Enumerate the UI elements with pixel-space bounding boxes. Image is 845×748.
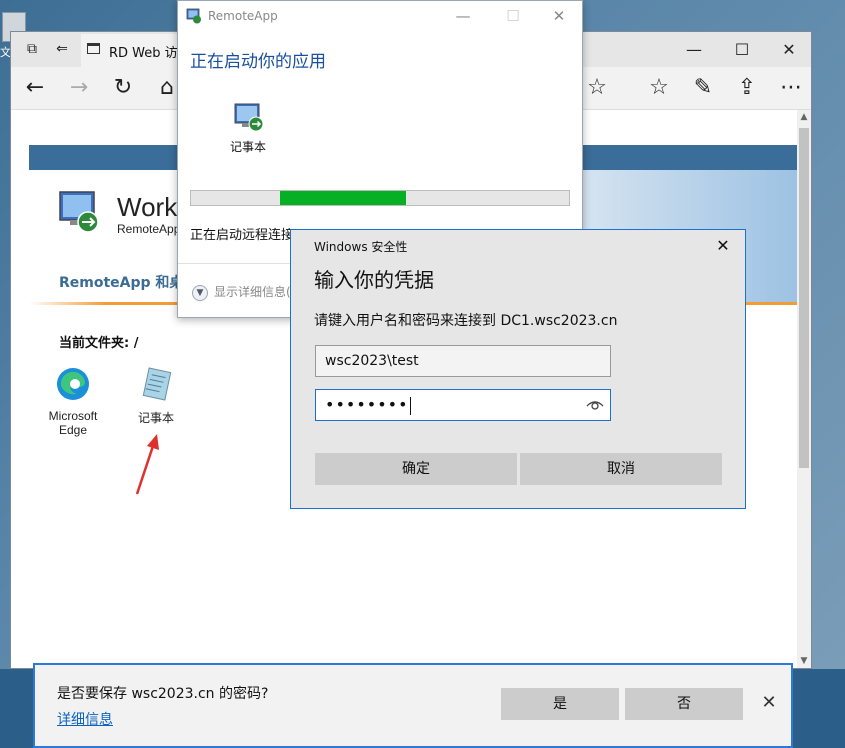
notepad-icon <box>142 367 172 401</box>
chevron-down-icon: ▼ <box>192 284 208 301</box>
cancel-button[interactable]: 取消 <box>520 453 722 485</box>
remoteapp-icon <box>186 8 201 24</box>
back-arrow-icon[interactable]: ← <box>17 73 53 103</box>
dialog-heading: 输入你的凭据 <box>314 268 434 292</box>
maximize-button[interactable]: ☐ <box>490 1 536 31</box>
ok-button[interactable]: 确定 <box>315 453 517 485</box>
page-icon <box>87 43 100 54</box>
more-icon[interactable]: ⋯ <box>773 73 809 103</box>
close-button[interactable]: ✕ <box>766 32 812 67</box>
progress-fill <box>279 191 407 205</box>
refresh-icon[interactable]: ↻ <box>105 73 141 103</box>
remoteapp-status: 正在启动远程连接... <box>190 228 307 243</box>
set-aside-tabs-icon[interactable]: ⇐ <box>49 38 75 60</box>
save-yes-button[interactable]: 是 <box>501 688 619 720</box>
app-tile-notepad[interactable]: 记事本 <box>124 366 188 426</box>
forward-arrow-icon[interactable]: → <box>61 73 97 103</box>
app-label-edge: Microsoft Edge <box>48 409 98 437</box>
save-no-button[interactable]: 否 <box>625 688 743 720</box>
scroll-down-icon[interactable]: ▼ <box>797 654 811 668</box>
favorites-list-icon[interactable]: ☆ <box>641 73 677 103</box>
current-folder-label: 当前文件夹: / <box>59 336 139 351</box>
progress-bar <box>190 190 570 206</box>
save-password-question: 是否要保存 wsc2023.cn 的密码? <box>57 686 269 702</box>
share-icon[interactable]: ⇪ <box>729 73 765 103</box>
windows-security-dialog: Windows 安全性 ✕ 输入你的凭据 请键入用户名和密码来连接到 DC1.w… <box>290 229 746 509</box>
edge-icon <box>57 368 89 400</box>
app-label-notepad: 记事本 <box>137 411 174 425</box>
dialog-title: Windows 安全性 <box>314 240 408 254</box>
rd-subtitle: RemoteApp <box>117 222 181 236</box>
pen-icon[interactable]: ✎ <box>685 73 721 103</box>
scrollbar-thumb[interactable] <box>799 128 809 468</box>
close-button[interactable]: ✕ <box>536 1 582 31</box>
show-details-toggle[interactable]: ▼ 显示详细信息(D) <box>192 283 305 301</box>
reveal-password-eye-icon[interactable] <box>585 397 605 413</box>
minimize-button[interactable]: — <box>440 1 486 31</box>
remoteapp-app-label: 记事本 <box>230 140 267 154</box>
page-scrollbar[interactable]: ▲ ▼ <box>797 110 811 668</box>
close-icon[interactable]: ✕ <box>711 236 735 256</box>
remoteapp-title: RemoteApp <box>208 9 278 23</box>
favorite-star-icon[interactable]: ☆ <box>579 73 615 103</box>
minimize-button[interactable]: — <box>671 32 717 67</box>
details-link[interactable]: 详细信息 <box>57 709 113 729</box>
dialog-description: 请键入用户名和密码来连接到 DC1.wsc2023.cn <box>314 313 618 329</box>
username-field[interactable]: wsc2023\test <box>315 345 611 377</box>
app-tile-edge[interactable]: Microsoft Edge <box>41 366 105 437</box>
save-password-bar: 是否要保存 wsc2023.cn 的密码? 详细信息 是 否 ✕ <box>33 663 793 748</box>
password-field[interactable]: •••••••• <box>315 389 611 421</box>
close-icon[interactable]: ✕ <box>759 693 779 713</box>
maximize-button[interactable]: ☐ <box>719 32 765 67</box>
tab-manager-icon[interactable]: ⧉ <box>19 38 45 60</box>
red-arrow-annotation <box>135 434 159 495</box>
scroll-up-icon[interactable]: ▲ <box>797 110 811 124</box>
tab-rd-web[interactable]: RD Web 访问 <box>81 34 191 67</box>
remote-app-icon <box>234 103 264 132</box>
password-mask: •••••••• <box>325 395 409 414</box>
text-caret <box>409 396 411 415</box>
remoteapp-heading: 正在启动你的应用 <box>190 52 326 72</box>
remote-desktop-logo-icon <box>59 191 99 233</box>
rd-title: Work <box>117 192 178 222</box>
